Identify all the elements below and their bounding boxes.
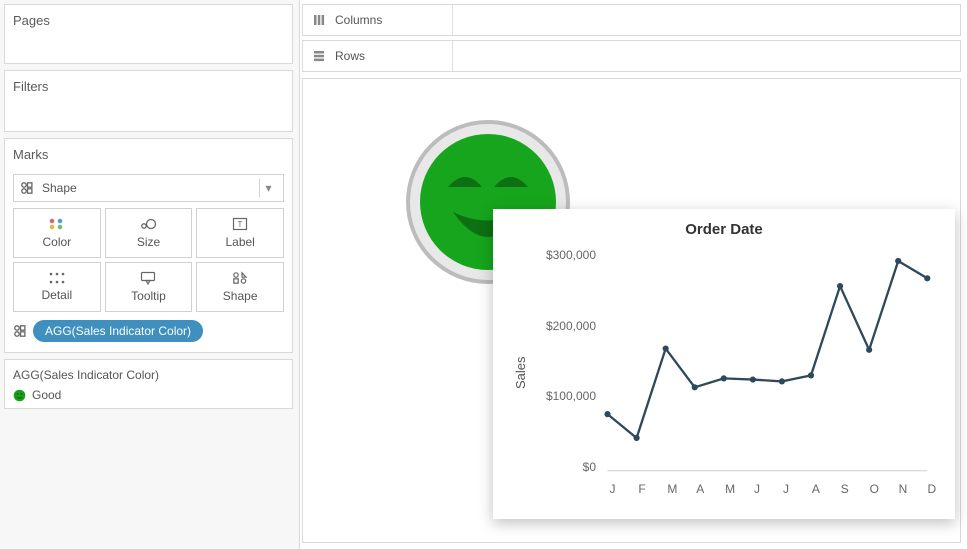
label-icon: T <box>232 217 248 231</box>
marks-size-button[interactable]: Size <box>105 208 193 258</box>
legend-item-label: Good <box>32 388 61 402</box>
shape-icon <box>20 181 34 195</box>
marks-color-button[interactable]: Color <box>13 208 101 258</box>
marks-detail-button[interactable]: Detail <box>13 262 101 312</box>
legend-title: AGG(Sales Indicator Color) <box>13 366 284 388</box>
mark-type-select[interactable]: Shape ▾ <box>13 174 284 202</box>
color-legend-card: AGG(Sales Indicator Color) Good <box>4 359 293 409</box>
rows-icon <box>313 50 325 62</box>
marks-card: Marks Shape ▾ <box>4 138 293 353</box>
left-panel: Pages Filters Marks Shape <box>0 0 300 549</box>
rows-shelf[interactable]: Rows <box>302 40 961 72</box>
size-icon <box>138 217 158 231</box>
marks-shape-pill-row: AGG(Sales Indicator Color) <box>13 320 284 342</box>
color-icon <box>48 217 66 231</box>
marks-label-button[interactable]: T Label <box>196 208 284 258</box>
detail-icon <box>49 272 65 284</box>
rows-drop-area[interactable] <box>453 41 960 71</box>
mark-type-label: Shape <box>42 181 77 195</box>
rows-label: Rows <box>335 49 365 63</box>
svg-text:T: T <box>238 220 243 229</box>
pages-title: Pages <box>13 11 284 32</box>
columns-shelf[interactable]: Columns <box>302 4 961 36</box>
shape-icon <box>232 271 248 285</box>
marks-title: Marks <box>13 145 284 166</box>
chevron-down-icon[interactable]: ▾ <box>259 179 277 197</box>
viz-canvas[interactable]: Order Date Sales $300,000$200,000$100,00… <box>302 78 961 543</box>
right-panel: Columns Rows <box>300 0 967 549</box>
filters-shelf[interactable]: Filters <box>4 70 293 132</box>
filters-title: Filters <box>13 77 284 98</box>
chart-ylabel: Sales <box>511 244 530 502</box>
marks-tooltip-button[interactable]: Tooltip <box>105 262 193 312</box>
marks-shape-button[interactable]: Shape <box>196 262 284 312</box>
columns-icon <box>313 14 325 26</box>
pages-shelf[interactable]: Pages <box>4 4 293 64</box>
marks-pill-agg-sales-indicator-color[interactable]: AGG(Sales Indicator Color) <box>33 320 203 342</box>
chart-title: Order Date <box>511 221 937 238</box>
columns-drop-area[interactable] <box>453 5 960 35</box>
viz-in-tooltip: Order Date Sales $300,000$200,000$100,00… <box>493 209 955 519</box>
smiley-icon <box>13 389 26 402</box>
chart-plot: $300,000$200,000$100,000$0 JFMAMJJASOND <box>530 244 937 502</box>
tooltip-icon <box>140 271 156 285</box>
columns-label: Columns <box>335 13 382 27</box>
legend-item-good[interactable]: Good <box>13 388 284 402</box>
shape-icon <box>13 324 27 338</box>
